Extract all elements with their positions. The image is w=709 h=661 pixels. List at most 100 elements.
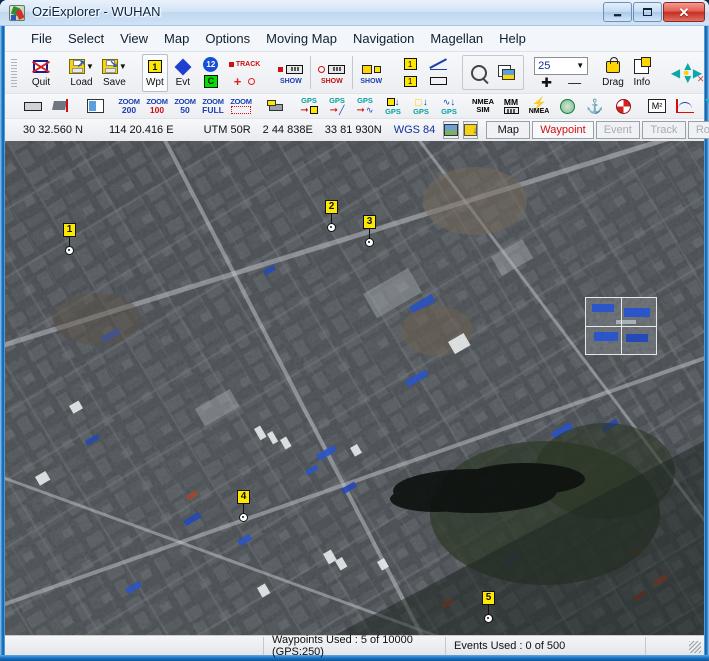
print-button[interactable] xyxy=(262,95,288,117)
maximize-icon xyxy=(643,8,652,16)
info-button[interactable]: Info xyxy=(629,54,655,92)
tab-event[interactable]: Event xyxy=(595,121,640,139)
zoom-200-button[interactable]: ZOOM 200 xyxy=(116,95,142,117)
menu-bar: File Select View Map Options Moving Map … xyxy=(5,26,704,51)
zoom-level-field[interactable]: 25 ▼ xyxy=(534,56,589,75)
map-list-button[interactable] xyxy=(82,95,108,117)
waypoint-marker[interactable]: 1 xyxy=(63,223,76,255)
gps-download-route-button[interactable]: GPS ➞ ╱ xyxy=(324,95,350,117)
zoom-100-button[interactable]: ZOOM 100 xyxy=(144,95,170,117)
window-resize-grip[interactable] xyxy=(689,641,701,653)
tab-map[interactable]: Map xyxy=(486,121,531,139)
nmea-button[interactable]: ⚡ NMEA xyxy=(526,95,552,117)
map-check-button[interactable] xyxy=(48,95,74,117)
zoom-out-button[interactable]: — xyxy=(568,76,581,89)
drag-button[interactable]: Drag xyxy=(599,54,627,92)
show-track-button[interactable]: SHOW xyxy=(275,54,306,92)
track-button[interactable]: TRACK + xyxy=(226,54,264,92)
event-diamond-icon xyxy=(174,58,192,76)
gps-upload-track-button[interactable]: ∿ ↓ GPS xyxy=(436,95,462,117)
easting-value: 2 44 838E xyxy=(262,124,313,136)
sim-label: SIM xyxy=(476,105,490,114)
anchor-button[interactable]: ⚓ xyxy=(582,95,608,117)
gps-download-track-button[interactable]: GPS ➞ ∿ xyxy=(352,95,378,117)
application-window: OziExplorer - WUHAN ━ ✕ File Select View… xyxy=(0,0,709,661)
menu-navigation[interactable]: Navigation xyxy=(345,29,422,48)
magnifier-button[interactable] xyxy=(466,54,492,92)
map-thumbnail-button[interactable] xyxy=(443,121,460,139)
tab-route[interactable]: Route xyxy=(687,121,709,139)
save-button[interactable]: ↘ ▼ Save xyxy=(99,54,130,92)
waypoint-marker[interactable]: 3 xyxy=(363,215,376,247)
show-route-button[interactable]: SHOW xyxy=(357,54,385,92)
gps-upload-wpt-button[interactable]: ↓ GPS xyxy=(380,95,406,117)
gps-upload-route-button[interactable]: ▢ ↓ GPS xyxy=(408,95,434,117)
map-window-button[interactable] xyxy=(494,54,520,92)
printer-icon xyxy=(266,98,284,114)
gps-download-wpt-button[interactable]: GPS ➞ xyxy=(296,95,322,117)
chevron-down-icon[interactable]: ▼ xyxy=(576,61,584,70)
satellite-button[interactable] xyxy=(700,95,709,117)
quit-button[interactable]: Quit xyxy=(28,54,54,92)
area-button[interactable]: M² xyxy=(644,95,670,117)
show-event-label: SHOW xyxy=(320,78,343,85)
upload-route-icon: ▢ ↓ xyxy=(414,96,428,108)
profile-button[interactable] xyxy=(672,95,698,117)
menu-help[interactable]: Help xyxy=(491,29,534,48)
gps-waypoint-icon: ➞ xyxy=(300,105,318,116)
save-icon: ↓ xyxy=(464,124,478,136)
page-list-button[interactable]: 1 1 xyxy=(397,54,423,92)
menu-map[interactable]: Map xyxy=(156,29,197,48)
quit-icon xyxy=(31,58,51,76)
map-canvas[interactable]: Map View ✕ 1 xyxy=(5,141,704,635)
track-icon: TRACK xyxy=(228,56,260,73)
menu-moving-map[interactable]: Moving Map xyxy=(258,29,345,48)
zoom-in-button[interactable]: ✚ xyxy=(541,76,552,89)
menu-magellan[interactable]: Magellan xyxy=(422,29,491,48)
menu-options[interactable]: Options xyxy=(197,29,258,48)
map-calibrate-button[interactable] xyxy=(20,95,46,117)
compass-button[interactable] xyxy=(554,95,580,117)
waypoint-flag: 3 xyxy=(363,215,376,229)
lock-icon xyxy=(605,56,620,76)
zoom-box-button[interactable]: ZOOM xyxy=(228,95,254,117)
toolbar-group-zoomtools xyxy=(462,54,525,92)
upload-track-icon: ∿ ↓ xyxy=(442,96,456,108)
numbered-circle-icon: 12 xyxy=(203,56,219,73)
menu-select[interactable]: Select xyxy=(60,29,112,48)
menu-file[interactable]: File xyxy=(23,29,60,48)
line-measure-button[interactable] xyxy=(425,54,451,92)
lifering-button[interactable] xyxy=(610,95,636,117)
anchor-icon: ⚓ xyxy=(586,98,604,114)
show-event-glyph: SHOW xyxy=(321,78,343,85)
tab-track[interactable]: Track xyxy=(641,121,686,139)
gps-label: GPS xyxy=(385,106,401,116)
show-track-label: SHOW xyxy=(279,78,302,85)
map-window-icon xyxy=(498,64,516,82)
close-button[interactable]: ✕ xyxy=(663,2,705,22)
show-event-button[interactable]: SHOW xyxy=(315,54,348,92)
tab-waypoint[interactable]: Waypoint xyxy=(532,121,594,139)
waypoint-marker[interactable]: 4 xyxy=(237,490,250,522)
waypoint-button[interactable]: 1 Wpt xyxy=(141,53,168,92)
map-pin-icon xyxy=(52,98,69,114)
waypoint-marker[interactable]: 2 xyxy=(325,200,338,232)
maximize-button[interactable] xyxy=(633,2,662,22)
pan-pad[interactable]: ▲ ▼ ◀ ▶ ● ✕ xyxy=(667,54,707,92)
event-label: Evt xyxy=(175,76,191,88)
waypoint-group-button[interactable]: 12 C xyxy=(198,54,224,92)
nmea-sim-button[interactable]: NMEA SIM xyxy=(470,95,496,117)
track-list-icon xyxy=(278,60,304,78)
waypoint-marker[interactable]: 5 xyxy=(482,591,495,623)
zoom-50-button[interactable]: ZOOM 50 xyxy=(172,95,198,117)
zoom-full-button[interactable]: ZOOM FULL xyxy=(200,95,226,117)
waypoint-label: Wpt xyxy=(145,76,164,88)
minimize-button[interactable]: ━ xyxy=(603,2,632,22)
toolbar-drag-handle[interactable] xyxy=(11,58,17,87)
moving-map-button[interactable]: MM xyxy=(498,95,524,117)
save-position-button[interactable]: ↓ xyxy=(463,121,479,139)
event-button[interactable]: Evt xyxy=(170,54,196,92)
menu-view[interactable]: View xyxy=(112,29,156,48)
load-button[interactable]: ↗ ▼ Load xyxy=(66,54,97,92)
status-bar: Waypoints Used : 5 of 10000 (GPS:250) Ev… xyxy=(5,634,704,658)
